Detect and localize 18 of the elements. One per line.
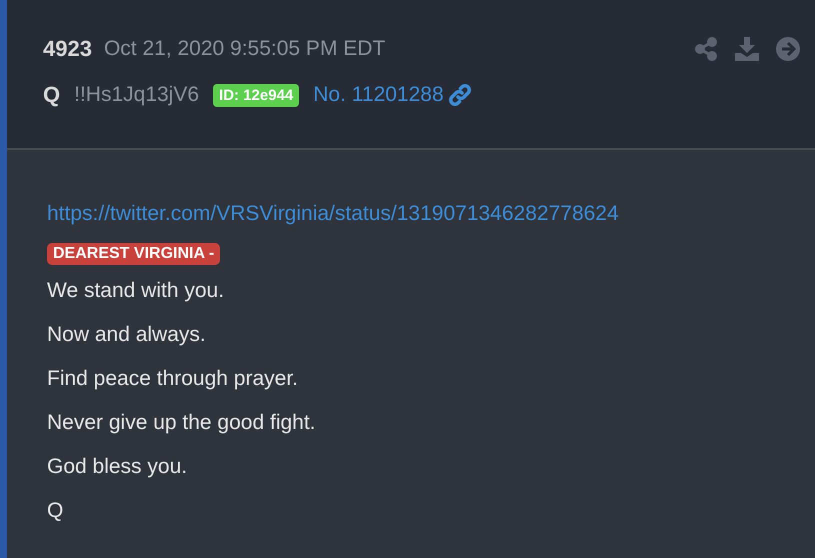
- timestamp: Oct 21, 2020 9:55:05 PM EDT: [104, 37, 386, 61]
- message-line: Now and always.: [47, 322, 207, 348]
- download-icon[interactable]: [734, 36, 760, 62]
- message-line: Find peace through prayer.: [47, 366, 299, 392]
- post-number: 4923: [43, 36, 92, 62]
- message-line: Never give up the good fight.: [47, 410, 317, 436]
- highlight-label: DEAREST VIRGINIA -: [47, 243, 220, 265]
- message-line: God bless you.: [47, 454, 188, 480]
- tweet-link[interactable]: https://twitter.com/VRSVirginia/status/1319071346282778624: [47, 199, 815, 239]
- message-line: Q: [47, 498, 64, 524]
- arrow-right-icon[interactable]: [776, 37, 800, 61]
- post-link[interactable]: No. 11201288: [313, 83, 444, 107]
- tripcode: !!Hs1Jq13jV6: [74, 83, 200, 107]
- link-icon[interactable]: [448, 83, 472, 107]
- message-line: We stand with you.: [47, 278, 226, 304]
- author-name: Q: [43, 82, 60, 108]
- id-badge: ID: 12e944: [213, 84, 300, 106]
- share-icon[interactable]: [694, 37, 718, 61]
